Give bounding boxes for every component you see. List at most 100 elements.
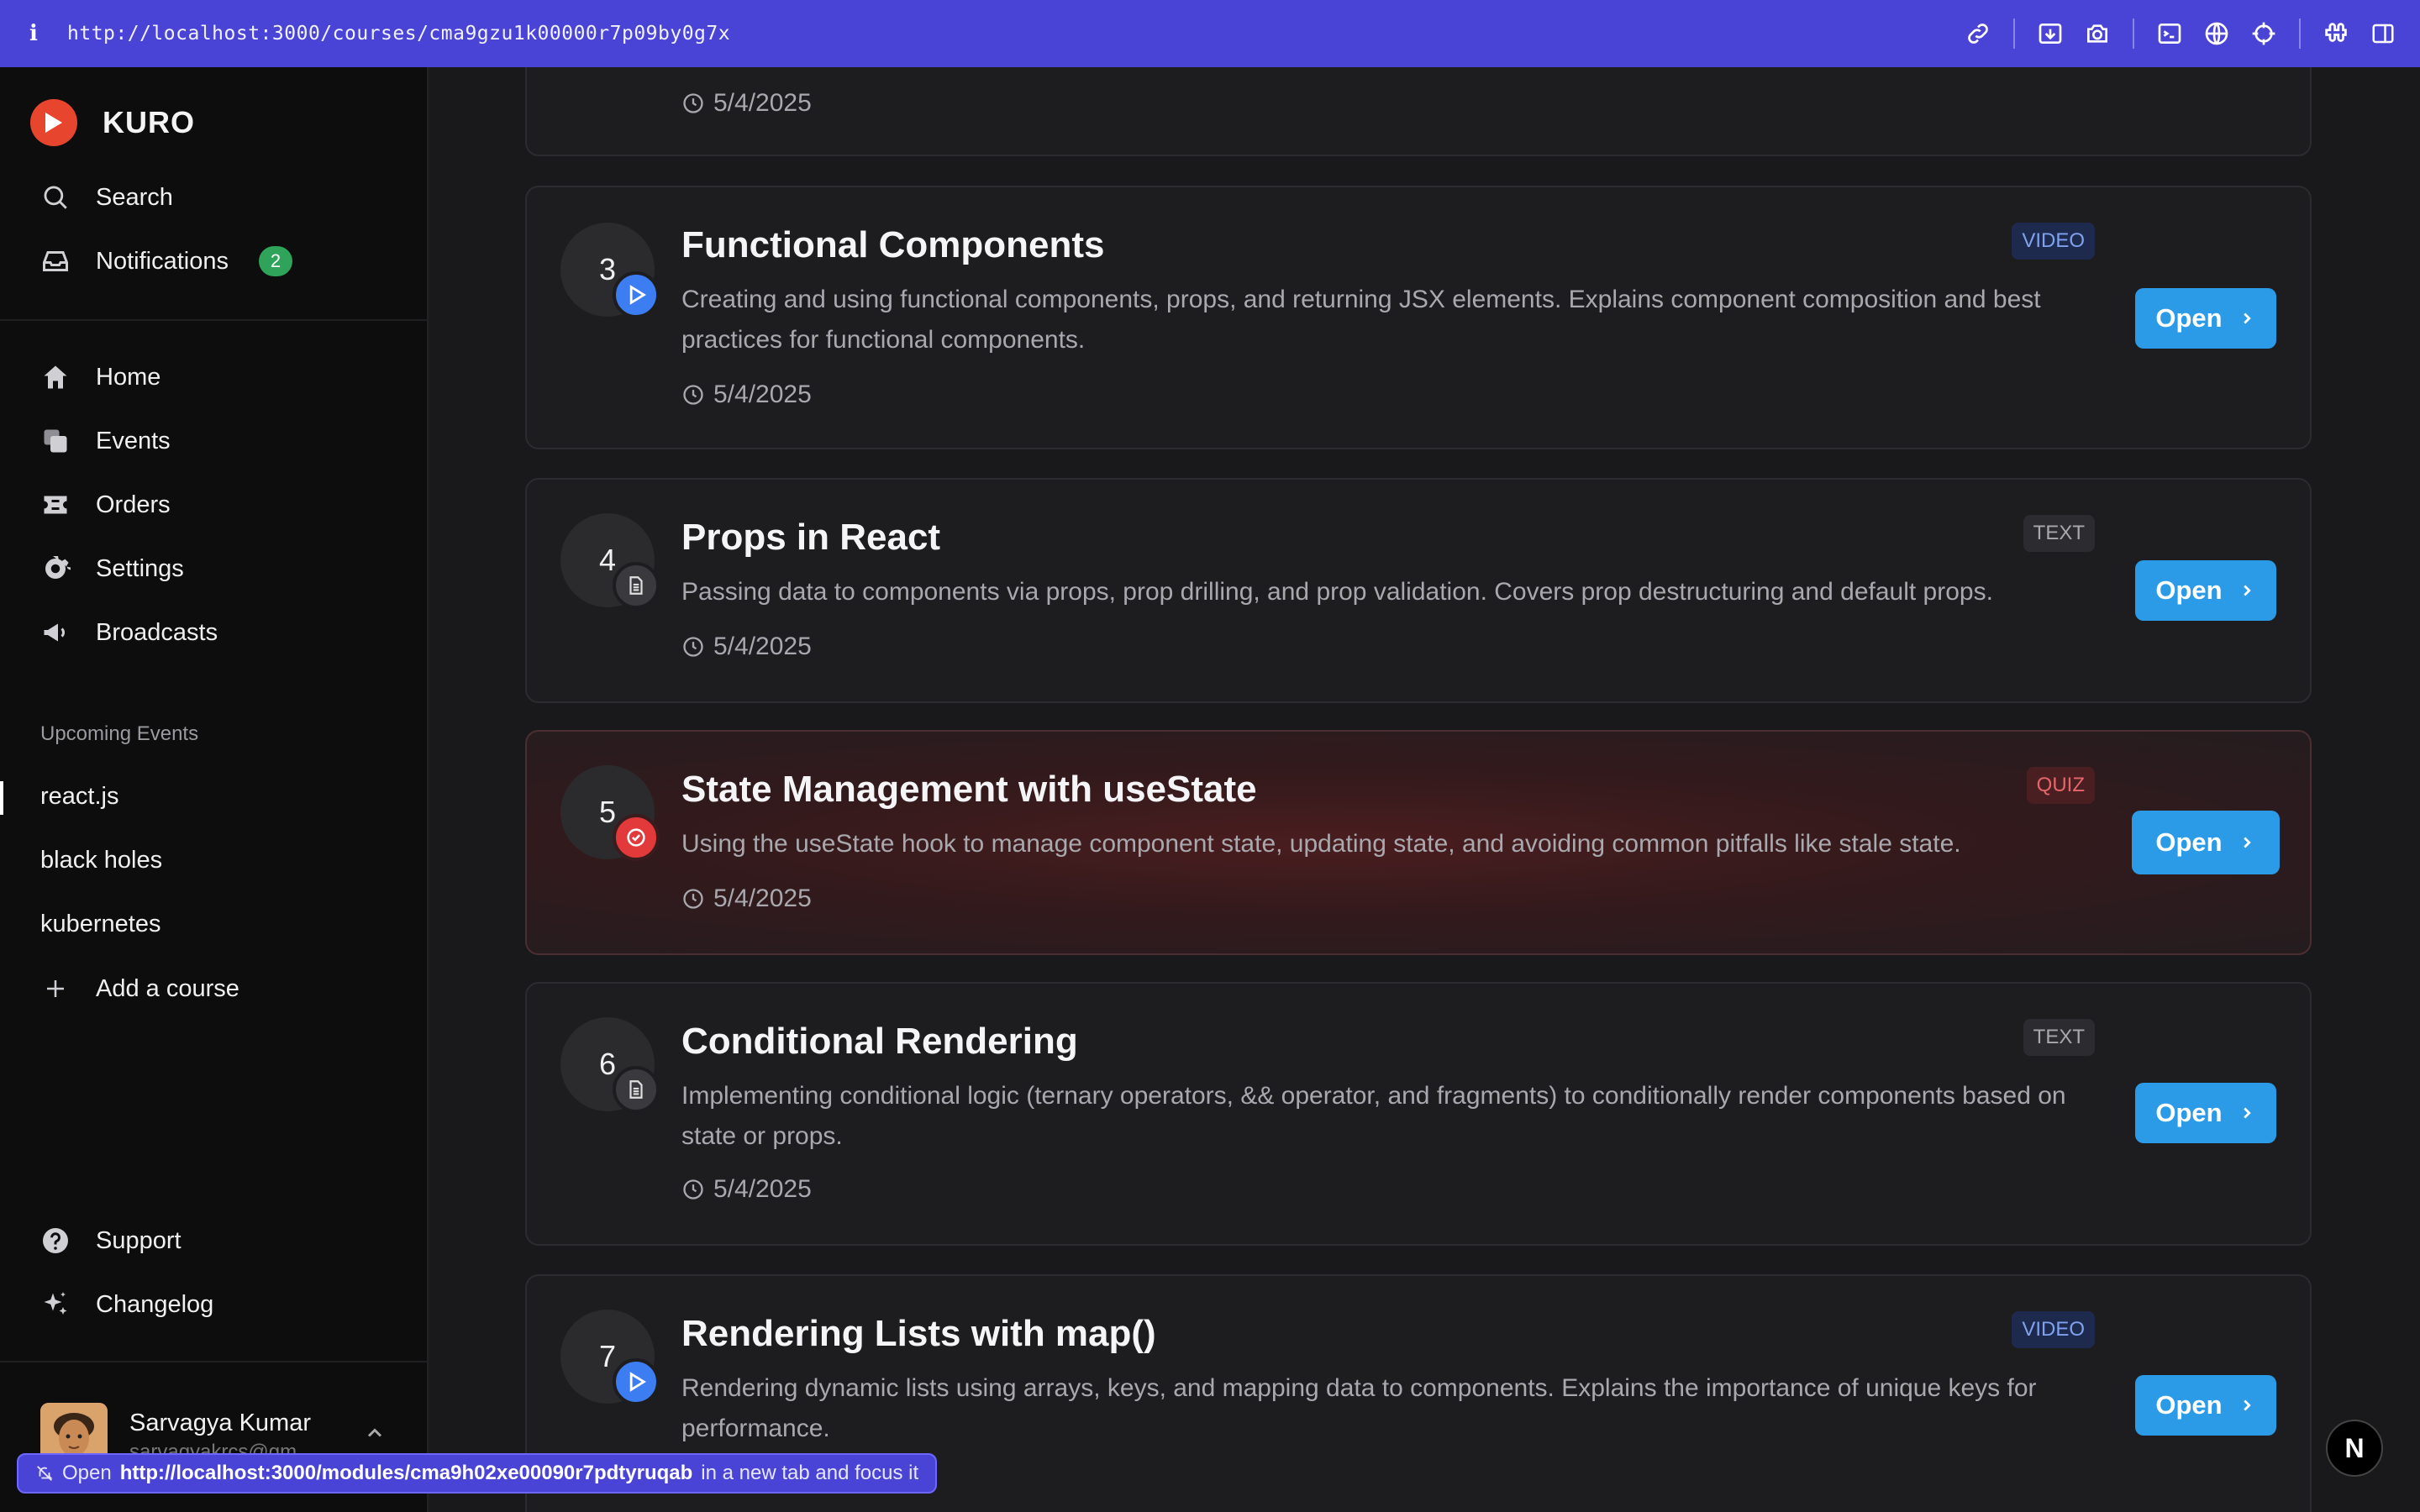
open-button-label: Open [2155,303,2223,333]
sidebar-changelog[interactable]: Changelog [40,1284,213,1326]
sidebar-course-kubernetes[interactable]: kubernetes [40,911,161,938]
camera-icon[interactable] [2074,0,2121,67]
lesson-description: Rendering dynamic lists using arrays, ke… [681,1374,2037,1442]
lesson-date: 5/4/2025 [681,1175,812,1204]
clock-icon [683,1179,703,1200]
brand-name: KURO [103,105,195,139]
sidebar-divider [0,319,427,321]
screenshot-icon[interactable] [2027,0,2074,67]
help-icon [40,1226,71,1256]
sidebar-item-broadcasts[interactable]: Broadcasts [40,612,218,654]
chevron-right-icon [2243,312,2251,324]
lesson-date: 5/4/2025 [681,89,812,118]
browser-tools [1954,0,2407,67]
upcoming-events-heading: Upcoming Events [40,722,199,745]
kuro-logo-icon [30,99,77,146]
lesson-date: 5/4/2025 [681,381,812,409]
lesson-title: Rendering Lists with map() [681,1313,1156,1354]
lesson-description: Using the useState hook to manage compon… [681,830,1961,858]
sidebar-item-settings[interactable]: Settings [40,548,184,590]
sidebar-support[interactable]: Support [40,1220,182,1262]
lesson-description: Creating and using functional components… [681,286,2041,354]
chevron-right-icon [2243,837,2251,848]
brand[interactable]: KURO [30,99,195,146]
sidebar-divider [0,1361,427,1362]
document-icon [613,1066,660,1113]
sidebar-item-events[interactable]: Events [40,420,171,462]
sidebar-support-label: Support [96,1226,182,1254]
open-lesson-button[interactable]: Open [2132,811,2280,874]
lesson-date-text: 5/4/2025 [713,885,812,912]
course-modules-list: 5/4/2025 3 Functional Components Creatin… [430,67,2420,1512]
clock-icon [683,889,703,909]
inbox-icon [40,246,71,276]
chevron-right-icon [2243,585,2251,596]
sidebar-course-reactjs[interactable]: react.js [40,783,118,811]
status-tip-prefix: Open [62,1462,112,1484]
lesson-title: Conditional Rendering [681,1021,1078,1062]
open-lesson-button[interactable]: Open [2135,1375,2276,1436]
terminal-icon[interactable] [2146,0,2193,67]
sidebar-search[interactable]: Search [40,176,173,218]
play-icon [613,1358,660,1405]
sidebar-notifications-label: Notifications [96,247,229,275]
search-icon [40,182,71,213]
sidebar-item-orders[interactable]: Orders [40,484,171,526]
sidebar-item-label: Events [96,427,171,454]
browser-address-bar: i http://localhost:3000/courses/cma9gzu1… [0,0,2420,67]
toolbar-divider [2013,18,2015,49]
crosshair-icon[interactable] [2240,0,2287,67]
lesson-card: 3 Functional Components Creating and usi… [525,186,2312,449]
lesson-type-badge: TEXT [2023,1019,2095,1056]
globe-icon[interactable] [2193,0,2240,67]
url-text[interactable]: http://localhost:3000/courses/cma9gzu1k0… [67,23,730,45]
lesson-date-text: 5/4/2025 [713,633,812,660]
link-icon[interactable] [1954,0,2002,67]
lesson-date: 5/4/2025 [681,633,812,661]
play-icon [613,271,660,318]
open-lesson-button[interactable]: Open [2135,1083,2276,1143]
sidebar-item-home[interactable]: Home [40,356,160,398]
plus-icon [40,974,71,1004]
link-status-tooltip: Open http://localhost:3000/modules/cma9h… [17,1453,938,1494]
active-course-indicator [0,781,3,815]
open-lesson-button[interactable]: Open [2135,560,2276,621]
lesson-card: 5/4/2025 [525,67,2312,156]
sidebar-item-label: Settings [96,554,184,582]
info-icon[interactable]: i [0,21,67,46]
add-course-button[interactable]: Add a course [40,968,239,1010]
open-lesson-button[interactable]: Open [2135,288,2276,349]
lesson-description: Passing data to components via props, pr… [681,578,1993,606]
add-course-label: Add a course [96,974,239,1002]
status-tip-suffix: in a new tab and focus it [701,1462,919,1484]
toolbar-divider [2299,18,2301,49]
clock-icon [683,93,703,113]
toolbar-divider [2133,18,2134,49]
sidebar-notifications[interactable]: Notifications 2 [40,240,292,282]
lesson-date-text: 5/4/2025 [713,89,812,117]
open-button-label: Open [2155,827,2223,857]
sidebar: KURO Search Notifications 2 Home Events … [0,67,429,1512]
gear-icon [40,554,71,584]
lesson-type-badge: VIDEO [2012,223,2095,260]
sidebar-changelog-label: Changelog [96,1290,214,1318]
check-circle-icon [613,814,660,861]
clock-icon [683,385,703,405]
bell-off-icon [37,1466,53,1481]
sidebar-course-black-holes[interactable]: black holes [40,847,162,874]
extensions-icon[interactable] [2312,0,2360,67]
lesson-date: 5/4/2025 [681,885,812,913]
sidebar-search-label: Search [96,183,173,211]
open-button-label: Open [2155,1098,2223,1127]
lesson-title: Functional Components [681,224,1105,265]
open-button-label: Open [2155,1390,2223,1420]
lesson-description: Implementing conditional logic (ternary … [681,1082,2066,1150]
nextjs-dev-badge[interactable]: N [2326,1420,2383,1477]
lesson-type-badge: TEXT [2023,515,2095,552]
sidebar-item-label: Orders [96,491,171,518]
chevron-up-icon[interactable] [363,1421,387,1448]
sparkles-icon [40,1289,71,1320]
lesson-type-badge: QUIZ [2026,767,2095,804]
sidebar-toggle-icon[interactable] [2360,0,2407,67]
lesson-card-hovered[interactable]: 5 State Management with useState Using t… [525,730,2312,955]
